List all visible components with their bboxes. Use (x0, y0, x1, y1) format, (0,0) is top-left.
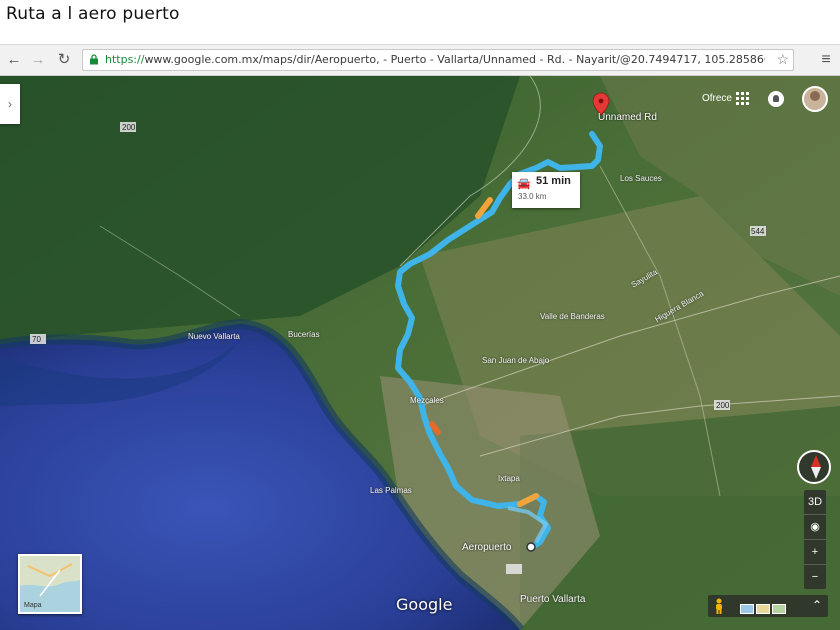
place-label: San Juan de Abajo (482, 356, 550, 365)
reload-icon[interactable]: ↻ (54, 50, 74, 70)
highway-shield-label: 70 (32, 335, 41, 344)
page-caption: Ruta a l aero puerto (6, 4, 180, 24)
notifications-icon[interactable] (768, 91, 784, 107)
route-info-card[interactable]: 🚘 51 min 33.0 km (512, 172, 580, 208)
place-label: Bucerías (288, 330, 320, 339)
expand-icon[interactable]: ⌃ (812, 598, 822, 612)
tile-icon[interactable] (756, 604, 770, 614)
address-bar[interactable]: https://www.google.com.mx/maps/dir/Aerop… (82, 49, 794, 71)
back-arrow-icon[interactable]: ← (4, 50, 24, 70)
route-time: 51 min (536, 175, 571, 187)
menu-icon[interactable]: ≡ (818, 50, 834, 70)
highway-shield-label: 200 (716, 401, 730, 410)
map-type-thumbnail[interactable]: Mapa (18, 554, 82, 614)
apps-grid-icon[interactable] (736, 92, 750, 106)
thumbnail-label: Mapa (24, 602, 42, 609)
bookmark-star-icon[interactable]: ☆ (776, 51, 789, 68)
zoom-out-button[interactable]: − (804, 565, 826, 589)
forward-arrow-icon[interactable]: → (28, 50, 48, 70)
browser-toolbar: ← → ↻ https://www.google.com.mx/maps/dir… (0, 44, 840, 76)
side-panel-toggle[interactable]: › (0, 84, 20, 124)
destination-label: Unnamed Rd (598, 112, 657, 123)
url-text: https://www.google.com.mx/maps/dir/Aerop… (105, 53, 765, 66)
place-label: Valle de Banderas (540, 312, 605, 321)
place-label: Los Sauces (620, 174, 662, 183)
google-logo: Google (396, 595, 453, 614)
map-controls: 3D ◉ + − (804, 490, 826, 589)
place-label: Ixtapa (498, 474, 520, 483)
highway-shield-label: 544 (751, 227, 765, 236)
lock-icon (90, 54, 98, 65)
car-icon: 🚘 (517, 178, 531, 190)
compass-icon[interactable] (797, 450, 831, 484)
origin-label: Aeropuerto (462, 542, 512, 553)
url-path: www.google.com.mx/maps/dir/Aeropuerto, -… (144, 53, 765, 66)
highway-shield-label: 200 (122, 123, 136, 132)
map-view[interactable]: › Ofrece Unnamed Rd 🚘 51 min 33.0 km Los… (0, 76, 840, 630)
route-distance: 33.0 km (518, 192, 547, 201)
place-label: Las Palmas (370, 486, 412, 495)
my-location-icon[interactable]: ◉ (804, 515, 826, 540)
place-label: Mezcales (410, 396, 444, 405)
top-link[interactable]: Ofrece (702, 93, 732, 104)
place-label: Puerto Vallarta (520, 594, 586, 605)
place-label: Nuevo Vallarta (188, 332, 240, 341)
satellite-map[interactable] (0, 76, 840, 630)
imagery-tiles[interactable] (740, 601, 788, 619)
bottom-controls: ⌃ (708, 595, 828, 617)
avatar[interactable] (802, 86, 828, 112)
tile-icon[interactable] (740, 604, 754, 614)
tile-icon[interactable] (772, 604, 786, 614)
origin-marker (526, 542, 536, 552)
tilt-3d-button[interactable]: 3D (804, 490, 826, 515)
zoom-in-button[interactable]: + (804, 540, 826, 565)
pegman-icon[interactable] (714, 598, 724, 614)
url-scheme: https:// (105, 53, 145, 66)
